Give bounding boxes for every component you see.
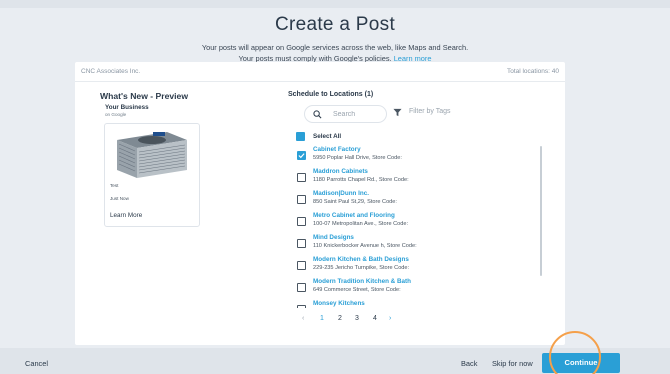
post-card: CNC Associates Inc. Total locations: 40 … <box>75 62 565 345</box>
filter-icon <box>393 108 402 117</box>
location-address: 229-235 Jericho Turnpike, Store Code: <box>313 265 410 271</box>
location-item[interactable]: Maddron Cabinets 1180 Parrotts Chapel Rd… <box>285 166 535 187</box>
cancel-button[interactable]: Cancel <box>25 359 48 368</box>
preview-learn-more-button[interactable]: Learn More <box>110 212 142 219</box>
location-name[interactable]: Modern Tradition Kitchen & Bath <box>313 278 411 285</box>
card-header: CNC Associates Inc. Total locations: 40 <box>75 62 565 82</box>
location-checkbox[interactable] <box>297 239 306 248</box>
select-all-label: Select All <box>313 133 342 140</box>
page-4-button[interactable]: 4 <box>373 315 377 322</box>
location-name[interactable]: Modern Kitchen & Bath Designs <box>313 256 409 263</box>
location-address: 110 Knickerbocker Avenue h, Store Code: <box>313 243 417 249</box>
location-item[interactable]: Mind Designs 110 Knickerbocker Avenue h,… <box>285 232 535 253</box>
page-title: Create a Post <box>274 14 396 35</box>
preview-text: Test <box>110 183 119 188</box>
preview-on-google: on Google <box>105 112 127 117</box>
filter-label: Filter by Tags <box>409 108 451 115</box>
continue-button[interactable]: Continue <box>542 353 620 373</box>
company-name: CNC Associates Inc. <box>81 68 141 75</box>
location-name[interactable]: Madison|Dunn Inc. <box>313 190 369 197</box>
preview-title: What's New - Preview <box>100 91 189 101</box>
prev-page-button[interactable]: ‹ <box>302 315 304 322</box>
air-conditioner-image <box>109 126 195 182</box>
location-address: 5950 Poplar Hall Drive, Store Code: <box>313 155 402 161</box>
location-address: 649 Commerce Street, Store Code: <box>313 287 401 293</box>
location-checkbox[interactable] <box>297 195 306 204</box>
location-address: 850 Saint Paul St,29, Store Code: <box>313 199 397 205</box>
page-1-button[interactable]: 1 <box>320 315 324 322</box>
location-list: Cabinet Factory 5950 Poplar Hall Drive, … <box>285 144 545 308</box>
check-icon <box>298 153 305 159</box>
location-checkbox[interactable] <box>297 261 306 270</box>
location-name[interactable]: Metro Cabinet and Flooring <box>313 212 395 219</box>
next-page-button[interactable]: › <box>389 315 391 322</box>
location-address: 1180 Parrotts Chapel Rd., Store Code: <box>313 177 409 183</box>
top-strip <box>0 0 670 8</box>
location-item[interactable]: Metro Cabinet and Flooring 100-07 Metrop… <box>285 210 535 231</box>
schedule-title: Schedule to Locations (1) <box>288 91 374 98</box>
location-item[interactable]: Modern Tradition Kitchen & Bath 649 Comm… <box>285 276 535 297</box>
location-name[interactable]: Mind Designs <box>313 234 354 241</box>
preview-time: Just Now <box>110 196 129 201</box>
skip-button[interactable]: Skip for now <box>492 359 533 368</box>
location-item[interactable]: Cabinet Factory 5950 Poplar Hall Drive, … <box>285 144 535 165</box>
location-checkbox[interactable] <box>297 217 306 226</box>
location-checkbox[interactable] <box>297 173 306 182</box>
total-locations: Total locations: 40 <box>506 68 559 75</box>
page-2-button[interactable]: 2 <box>338 315 342 322</box>
select-all-checkbox[interactable] <box>296 132 305 141</box>
location-address: 100-07 Metropolitan Ave., Store Code: <box>313 221 409 227</box>
page-header: Create a Post Your posts will appear on … <box>0 14 670 64</box>
location-checkbox[interactable] <box>297 283 306 292</box>
location-name[interactable]: Cabinet Factory <box>313 146 361 153</box>
subtitle-line-1: Your posts will appear on Google service… <box>201 43 469 52</box>
page-subtitle: Your posts will appear on Google service… <box>0 42 670 64</box>
location-item[interactable]: Monsey Kitchens <box>285 298 535 308</box>
footer-bar: Cancel Back Skip for now Continue <box>0 348 670 374</box>
location-search[interactable] <box>304 105 387 123</box>
location-name[interactable]: Maddron Cabinets <box>313 168 368 175</box>
location-checkbox[interactable] <box>297 151 306 160</box>
location-list-scrollbar[interactable] <box>540 146 542 276</box>
pagination: ‹ 1 2 3 4 › <box>294 315 404 327</box>
location-item[interactable]: Modern Kitchen & Bath Designs 229-235 Je… <box>285 254 535 275</box>
search-input[interactable] <box>333 109 383 120</box>
location-name[interactable]: Monsey Kitchens <box>313 300 365 307</box>
preview-business-name: Your Business <box>105 104 149 111</box>
location-item[interactable]: Madison|Dunn Inc. 850 Saint Paul St,29, … <box>285 188 535 209</box>
filter-by-tags[interactable]: Filter by Tags <box>393 105 483 123</box>
location-checkbox[interactable] <box>297 305 306 308</box>
preview-card: Test Just Now Learn More <box>104 123 200 227</box>
back-button[interactable]: Back <box>461 359 477 368</box>
search-icon <box>313 110 322 119</box>
page-3-button[interactable]: 3 <box>355 315 359 322</box>
